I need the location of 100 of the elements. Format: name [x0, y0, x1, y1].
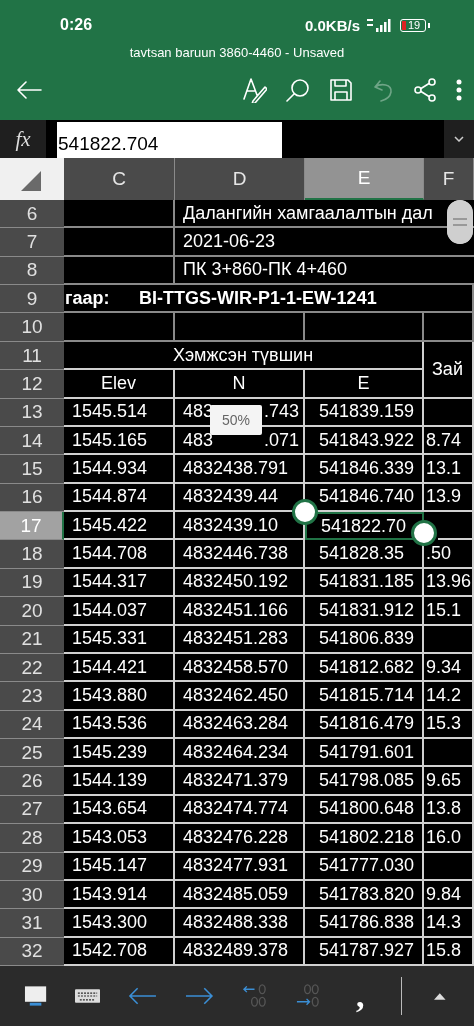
table-cell[interactable]: 4832488.338	[183, 911, 289, 933]
table-cell[interactable]: 1543.914	[72, 883, 148, 905]
table-cell[interactable]: 1545.331	[72, 628, 148, 650]
table-cell[interactable]: 1544.934	[72, 458, 148, 479]
table-cell[interactable]: 9.65	[426, 770, 462, 792]
pen-icon[interactable]	[243, 77, 267, 103]
comma-key[interactable]: ,	[356, 979, 365, 1013]
table-cell[interactable]: .50	[426, 543, 452, 565]
select-all-corner[interactable]	[0, 158, 64, 200]
row-header[interactable]: 30	[0, 880, 64, 910]
table-cell[interactable]: 4832458.570	[183, 656, 289, 678]
table-cell[interactable]: 541802.218	[319, 826, 415, 848]
back-icon[interactable]	[16, 80, 42, 100]
row-header[interactable]: 18	[0, 540, 64, 569]
row-header[interactable]: 21	[0, 625, 64, 654]
chevron-down-icon[interactable]	[454, 136, 464, 142]
row-header[interactable]: 28	[0, 824, 64, 853]
table-cell[interactable]: 4832462.450	[183, 684, 289, 706]
table-cell[interactable]: 541777.030	[319, 855, 415, 877]
table-cell[interactable]: 15.8	[426, 940, 462, 962]
row-header[interactable]: 29	[0, 852, 64, 881]
column-header[interactable]: F	[424, 158, 474, 200]
screen-icon[interactable]	[24, 985, 48, 1007]
table-cell[interactable]: 1544.317	[72, 571, 148, 593]
keyboard-icon[interactable]	[75, 989, 101, 1003]
table-cell[interactable]: 1544.421	[72, 656, 148, 678]
table-cell[interactable]: 4832439.10	[183, 514, 279, 536]
row-header[interactable]: 24	[0, 710, 64, 740]
table-cell[interactable]: 4832450.192	[183, 571, 289, 593]
table-cell[interactable]: 1543.053	[72, 826, 148, 848]
table-cell[interactable]: 541786.838	[319, 911, 415, 933]
row-header[interactable]: 26	[0, 767, 64, 796]
share-icon[interactable]	[413, 78, 437, 102]
table-cell[interactable]: 541787.927	[319, 940, 415, 962]
row-header[interactable]: 23	[0, 682, 64, 711]
table-cell[interactable]: 541839.159	[319, 401, 415, 423]
table-cell[interactable]: 13.96	[426, 571, 472, 593]
table-cell[interactable]: .071	[263, 429, 299, 451]
table-cell[interactable]: 14.3	[426, 911, 462, 933]
table-cell[interactable]: 1543.654	[72, 798, 148, 820]
table-cell[interactable]: 1542.708	[72, 940, 148, 962]
table-cell[interactable]: 13.8	[426, 798, 462, 820]
table-cell[interactable]: 13.9	[426, 486, 462, 508]
table-cell[interactable]: 541846.339	[319, 458, 415, 479]
table-cell[interactable]: 9.34	[426, 656, 462, 678]
row-header[interactable]: 7	[0, 228, 64, 257]
table-cell[interactable]: 1544.874	[72, 486, 148, 508]
table-cell[interactable]: 1544.708	[72, 543, 148, 565]
table-cell[interactable]: 4832471.379	[183, 770, 289, 792]
table-cell[interactable]: 4832463.284	[183, 713, 289, 735]
table-cell[interactable]: 4832477.931	[183, 855, 289, 877]
table-cell[interactable]: 4832474.774	[183, 798, 289, 820]
row-header[interactable]: 25	[0, 739, 64, 768]
empty-cell[interactable]	[438, 512, 474, 541]
table-cell[interactable]: 541783.820	[319, 883, 415, 905]
row-header[interactable]: 6	[0, 200, 64, 229]
row-header[interactable]: 15	[0, 455, 64, 484]
table-cell[interactable]: 1544.139	[72, 770, 148, 792]
row-header[interactable]: 22	[0, 653, 64, 683]
table-cell[interactable]: 15.3	[426, 713, 462, 735]
table-cell[interactable]: 4832489.378	[183, 940, 289, 962]
table-cell[interactable]: 9.84	[426, 883, 462, 905]
table-cell[interactable]: 8.74	[426, 429, 462, 451]
table-cell[interactable]: 541831.912	[319, 599, 415, 621]
table-cell[interactable]: 4832439.44	[183, 486, 279, 508]
table-cell[interactable]: 1543.880	[72, 684, 148, 706]
table-cell[interactable]: 541815.714	[319, 684, 415, 706]
table-cell[interactable]: 541828.35	[319, 543, 405, 565]
save-icon[interactable]	[329, 78, 353, 102]
table-cell[interactable]: .743	[263, 401, 299, 423]
table-cell[interactable]: 1543.536	[72, 713, 148, 735]
table-cell[interactable]: 541812.682	[319, 656, 415, 678]
table-cell[interactable]: 1543.300	[72, 911, 148, 933]
row-header[interactable]: 31	[0, 909, 64, 938]
table-cell[interactable]: 1545.239	[72, 741, 148, 763]
search-icon[interactable]	[286, 78, 310, 102]
decrease-decimal-icon[interactable]	[241, 983, 267, 1009]
row-header[interactable]: 20	[0, 597, 64, 626]
table-cell[interactable]: 1545.165	[72, 429, 148, 451]
table-cell[interactable]: 541798.085	[319, 770, 415, 792]
table-cell[interactable]: 541806.839	[319, 628, 415, 650]
table-cell[interactable]: 4832451.166	[183, 599, 289, 621]
table-cell[interactable]: 4832464.234	[183, 741, 289, 763]
table-cell[interactable]: 541831.185	[319, 571, 415, 593]
table-cell[interactable]: 4832485.059	[183, 883, 289, 905]
table-cell[interactable]: 13.1	[426, 458, 462, 479]
row-header[interactable]: 11	[0, 341, 64, 371]
formula-input[interactable]: 541822.704	[57, 122, 282, 158]
table-cell[interactable]: 14.2	[426, 684, 462, 706]
row-header[interactable]: 8	[0, 256, 64, 286]
row-header[interactable]: 14	[0, 426, 64, 456]
column-header[interactable]: C	[64, 158, 175, 200]
table-cell[interactable]: 1545.147	[72, 855, 148, 877]
row-header[interactable]: 32	[0, 937, 64, 966]
table-cell[interactable]: 4832476.228	[183, 826, 289, 848]
table-cell[interactable]: 1545.422	[72, 514, 148, 536]
table-cell[interactable]: 1545.514	[72, 401, 148, 423]
table-cell[interactable]: 541800.648	[319, 798, 415, 820]
row-header[interactable]: 16	[0, 483, 64, 513]
arrow-left-icon[interactable]	[128, 987, 158, 1005]
